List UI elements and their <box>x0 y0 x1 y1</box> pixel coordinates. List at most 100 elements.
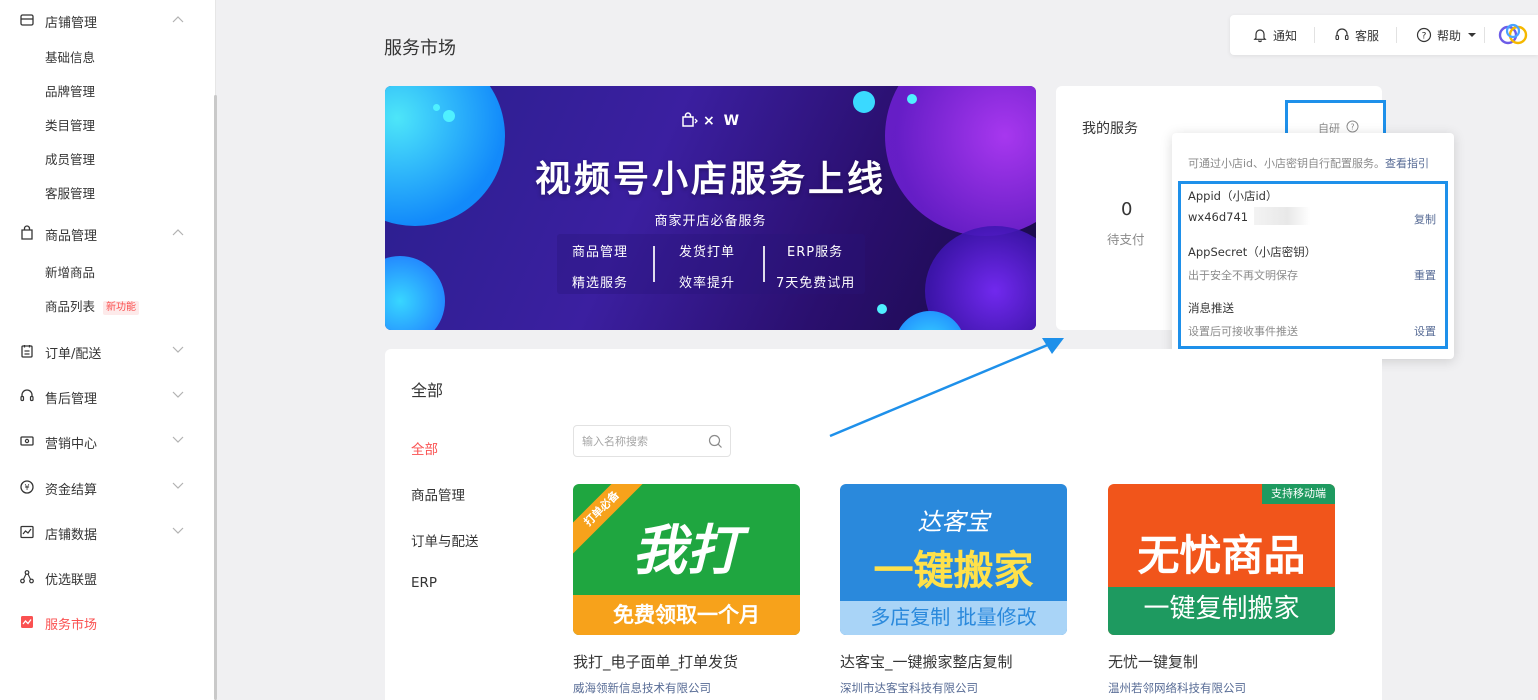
sidebar-item-basic-info[interactable]: 基础信息 <box>45 48 95 68</box>
toolbar-divider <box>1484 27 1485 43</box>
new-feature-badge: 新功能 <box>103 300 140 315</box>
chevron-up-icon <box>172 16 184 23</box>
message-push-label: 消息推送 <box>1188 301 1234 315</box>
product-name[interactable]: 我打_电子面单_打单发货 <box>573 651 738 672</box>
annotation-arrow <box>829 338 1064 438</box>
product-image-logo: 达客宝 <box>917 508 990 536</box>
sidebar-group-shop[interactable]: 店铺管理 <box>0 5 216 35</box>
sidebar-group-label: 订单/配送 <box>45 347 102 362</box>
sidebar-group-label: 店铺数据 <box>45 528 98 543</box>
promo-banner[interactable]: × W 视频号小店服务上线 商家开店必备服务 商品管理 精选服务 发货打单 效率… <box>385 86 1036 330</box>
chevron-down-icon <box>172 346 184 353</box>
sidebar-group-alliance[interactable]: 优选联盟 <box>0 562 216 592</box>
help-label: 帮助 <box>1437 28 1462 43</box>
sidebar-item-customer-service[interactable]: 客服管理 <box>45 184 95 204</box>
top-toolbar: 通知 客服 ? 帮助 <box>1230 15 1538 55</box>
headset-icon <box>20 389 34 402</box>
search-icon[interactable] <box>708 434 723 449</box>
product-image-title: 我打 <box>632 519 741 582</box>
product-image-subtitle: 免费领取一个月 <box>613 603 760 627</box>
appid-blur-mask <box>1254 207 1310 225</box>
product-name[interactable]: 达客宝_一键搬家整店复制 <box>840 651 1013 672</box>
sidebar-group-orders[interactable]: 订单/配送 <box>0 336 216 366</box>
help-dropdown[interactable]: ? 帮助 <box>1416 26 1482 44</box>
appid-label: Appid（小店id） <box>1188 189 1278 203</box>
ticket-icon <box>20 436 34 446</box>
sidebar-item-product-list[interactable]: 商品列表 新功能 <box>45 297 140 317</box>
bell-icon <box>1253 29 1267 43</box>
banner-dot <box>877 304 887 314</box>
yuan-icon: ¥ <box>20 480 34 494</box>
sidebar-item-add-product[interactable]: 新增商品 <box>45 263 95 283</box>
message-push-desc: 设置后可接收事件推送 <box>1188 325 1298 338</box>
notify-button[interactable]: 通知 <box>1252 26 1297 44</box>
banner-logo-text: × W <box>703 113 742 129</box>
banner-feature: 发货打单 <box>679 245 736 260</box>
product-image[interactable]: 打单必备 我打 免费领取一个月 <box>573 484 800 635</box>
sidebar-group-aftersales[interactable]: 售后管理 <box>0 381 216 411</box>
banner-dot <box>853 91 875 113</box>
product-company[interactable]: 深圳市达客宝科技有限公司 <box>840 680 978 696</box>
notify-label: 通知 <box>1273 28 1298 43</box>
search-box <box>573 425 731 457</box>
sidebar-group-finance[interactable]: ¥ 资金结算 <box>0 472 216 502</box>
market-icon <box>21 616 33 628</box>
product-company[interactable]: 温州若邻网络科技有限公司 <box>1108 680 1246 696</box>
banner-dot <box>433 104 440 111</box>
banner-feature: 精选服务 <box>572 276 629 291</box>
banner-feature: 商品管理 <box>572 245 629 260</box>
product-image-subtitle: 多店复制 批量修改 <box>870 605 1037 629</box>
banner-blob <box>385 256 445 330</box>
copy-appid-button[interactable]: 复制 <box>1414 211 1436 227</box>
toolbar-divider <box>1396 27 1397 43</box>
product-company[interactable]: 威海领新信息技术有限公司 <box>573 680 711 696</box>
help-circle-icon: ? <box>1416 27 1432 43</box>
chevron-down-icon <box>172 436 184 443</box>
category-erp[interactable]: ERP <box>411 575 437 591</box>
sidebar-group-label: 服务市场 <box>45 618 98 633</box>
banner-headline: 视频号小店服务上线 <box>534 159 886 200</box>
customer-service-button[interactable]: 客服 <box>1334 26 1379 44</box>
popover-hint-text: 可通过小店id、小店密钥自行配置服务。 <box>1188 157 1386 170</box>
search-input[interactable] <box>582 433 702 449</box>
sidebar-group-data[interactable]: 店铺数据 <box>0 517 216 547</box>
shop-icon <box>20 14 34 26</box>
sidebar-group-label: 商品管理 <box>45 229 98 244</box>
sidebar-group-label: 优选联盟 <box>45 573 98 588</box>
headset-icon <box>1335 28 1349 41</box>
product-image[interactable]: 支持移动端 无忧商品 一键复制搬家 <box>1108 484 1335 635</box>
product-image-title: 一键搬家 <box>873 548 1034 594</box>
reset-secret-button[interactable]: 重置 <box>1414 267 1436 283</box>
product-image[interactable]: 达客宝 一键搬家 多店复制 批量修改 <box>840 484 1067 635</box>
banner-feature: 效率提升 <box>679 276 736 291</box>
category-orders[interactable]: 订单与配送 <box>411 530 479 550</box>
category-all[interactable]: 全部 <box>411 438 438 458</box>
caret-down-icon <box>1468 33 1477 37</box>
sidebar-item-brand[interactable]: 品牌管理 <box>45 82 95 102</box>
catalog-title: 全部 <box>411 381 444 400</box>
sidebar: 店铺管理 基础信息 品牌管理 类目管理 成员管理 客服管理 商品管理 新增商品 … <box>0 0 217 700</box>
svg-text:?: ? <box>1350 123 1354 132</box>
product-image-title: 无忧商品 <box>1137 531 1306 580</box>
sidebar-group-products[interactable]: 商品管理 <box>0 218 216 248</box>
sidebar-group-service-market[interactable]: 服务市场 <box>0 607 216 637</box>
banner-feature: ERP服务 <box>787 245 844 260</box>
message-push-settings-button[interactable]: 设置 <box>1414 323 1436 339</box>
sidebar-item-label: 商品列表 <box>45 299 96 314</box>
sidebar-item-members[interactable]: 成员管理 <box>45 150 95 170</box>
sidebar-group-label: 营销中心 <box>45 437 98 452</box>
customer-service-label: 客服 <box>1355 28 1380 43</box>
appid-value: wx46d741 <box>1188 210 1249 224</box>
my-services-title: 我的服务 <box>1082 121 1138 137</box>
category-products[interactable]: 商品管理 <box>411 484 465 504</box>
banner-feature: 7天免费试用 <box>776 276 856 291</box>
pending-payment-count[interactable]: 0 <box>1121 199 1132 220</box>
product-name[interactable]: 无忧一键复制 <box>1108 651 1198 672</box>
account-avatar-icon[interactable] <box>1496 22 1530 48</box>
sidebar-group-marketing[interactable]: 营销中心 <box>0 426 216 456</box>
sidebar-item-category[interactable]: 类目管理 <box>45 116 95 136</box>
view-guide-link[interactable]: 查看指引 <box>1385 157 1429 170</box>
banner-divider <box>653 246 655 282</box>
banner-logo: × W <box>681 112 741 129</box>
chevron-down-icon <box>172 391 184 398</box>
